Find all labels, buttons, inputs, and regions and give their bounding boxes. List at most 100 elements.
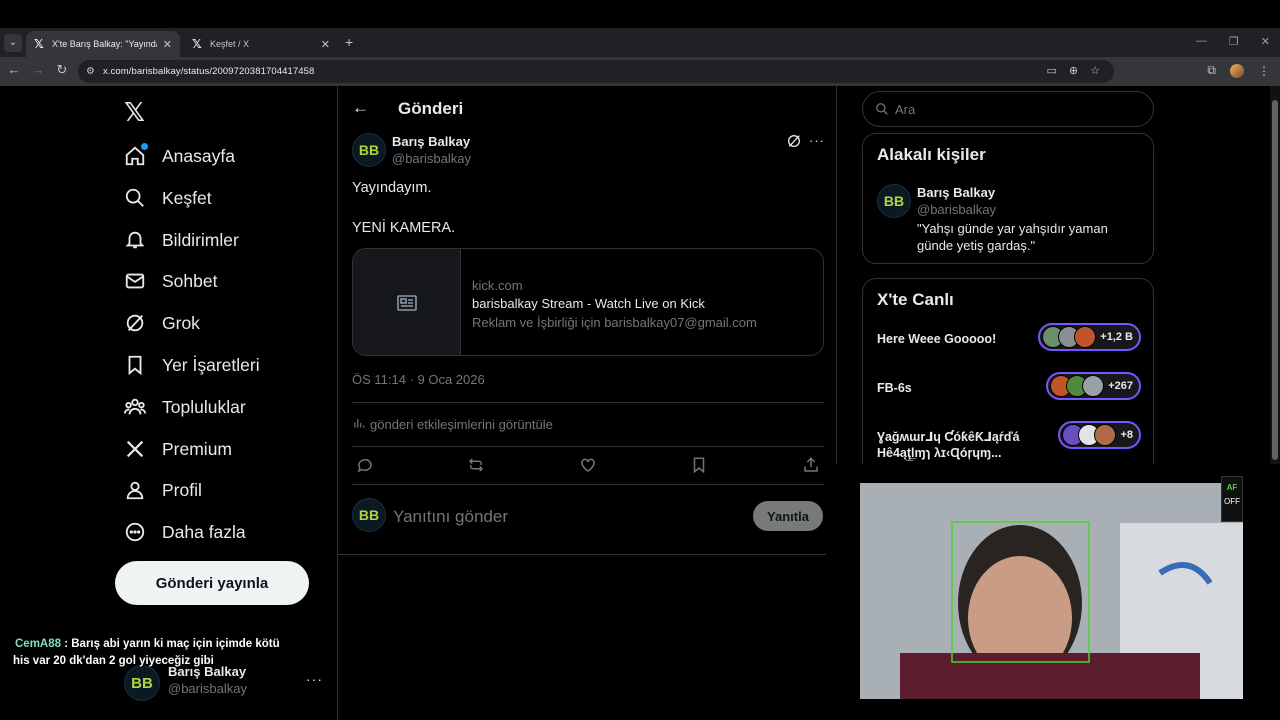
live-item[interactable]: Ɣağʍɯr⅃ɥ ƇóƙêƘ⅃ąŕďá Hê4ąţ̲l̲ɱɿ λɪ‹Ɋóŗɥɱ.… <box>877 421 1141 460</box>
tab-title: Keşfet / X <box>210 39 250 49</box>
bookmark-icon <box>124 354 146 376</box>
bell-icon <box>124 229 146 251</box>
tab-explore[interactable]: 𝕏 Keşfet / X ✕ <box>184 31 338 57</box>
panel-title: Alakalı kişiler <box>877 145 986 164</box>
live-on-x-panel: X'te Canlı Here Weee Gooooo! +1,2 B FB-6… <box>862 278 1154 478</box>
live-item[interactable]: FB-6s +267 <box>877 372 1141 410</box>
tweet-timestamp[interactable]: ÖS 11:14 · 9 Oca 2026 <box>352 372 485 387</box>
avatar[interactable]: BB <box>352 133 386 167</box>
repost-icon[interactable] <box>467 456 487 476</box>
restore-icon[interactable]: ❐ <box>1229 35 1239 48</box>
tweet-text-line: YENİ KAMERA. <box>352 220 456 236</box>
nav-premium[interactable]: Premium <box>124 431 232 467</box>
nav-grok[interactable]: Grok <box>124 305 200 341</box>
live-item[interactable]: Here Weee Gooooo! +1,2 B <box>877 323 1141 361</box>
browser-toolbar: ← → ↻ ⚙ x.com/barisbalkay/status/2009720… <box>0 57 1280 86</box>
tweet-actions <box>352 456 824 476</box>
divider <box>352 446 824 447</box>
link-card[interactable]: kick.com barisbalkay Stream - Watch Live… <box>352 248 824 356</box>
search-icon <box>124 187 146 209</box>
grok-icon[interactable] <box>786 133 802 149</box>
tweet-text-line: Yayındayım. <box>352 180 432 196</box>
grok-icon <box>124 312 146 334</box>
install-app-icon[interactable]: ▭ <box>1047 64 1057 77</box>
divider <box>352 402 824 403</box>
account-handle: @barisbalkay <box>168 681 247 696</box>
webcam-feed <box>860 483 1243 699</box>
nav-communities[interactable]: Topluluklar <box>124 389 246 425</box>
communities-icon <box>124 396 146 418</box>
close-window-icon[interactable]: ✕ <box>1261 35 1270 48</box>
autofocus-state: OFF <box>1224 497 1240 506</box>
share-icon[interactable] <box>802 456 822 476</box>
browser-menu-icon[interactable]: ⋮ <box>1258 64 1270 78</box>
post-button[interactable]: Gönderi yayınla <box>115 561 309 605</box>
reply-input[interactable]: Yanıtını gönder <box>393 507 508 527</box>
tab-tweet[interactable]: 𝕏 X'te Barış Balkay: "Yayındayım. Y ✕ <box>26 31 180 57</box>
search-placeholder: Ara <box>895 101 916 117</box>
site-info-icon[interactable]: ⚙ <box>86 66 95 77</box>
bookmark-star-icon[interactable]: ☆ <box>1090 64 1100 77</box>
live-listeners-pill[interactable]: +8 <box>1058 421 1141 449</box>
x-favicon-icon: 𝕏 <box>192 37 202 51</box>
tweet-author-name[interactable]: Barış Balkay <box>392 134 470 149</box>
search-icon <box>876 103 888 115</box>
like-icon[interactable] <box>579 456 599 476</box>
live-listeners-pill[interactable]: +267 <box>1046 372 1141 400</box>
more-horizontal-icon[interactable]: ··· <box>306 671 323 687</box>
reload-icon[interactable]: ↻ <box>53 62 71 78</box>
nav-more[interactable]: Daha fazla <box>124 514 246 550</box>
nav-explore[interactable]: Keşfet <box>124 180 212 216</box>
home-icon <box>124 143 148 167</box>
related-bio: "Yahşı günde yar yahşıdır yaman günde ye… <box>917 221 1108 253</box>
live-listeners-pill[interactable]: +1,2 B <box>1038 323 1141 351</box>
zoom-icon[interactable]: ⊕ <box>1069 64 1078 77</box>
close-tab-icon[interactable]: ✕ <box>321 38 330 51</box>
analytics-icon <box>352 416 366 433</box>
left-navigation: 𝕏 Anasayfa Keşfet Bildirimler Sohbet Gro… <box>0 86 337 720</box>
related-people-panel: Alakalı kişiler BB Barış Balkay @barisba… <box>862 133 1154 264</box>
article-icon <box>353 249 461 355</box>
webcam-person-image <box>860 483 1243 699</box>
reply-button[interactable]: Yanıtla <box>753 501 823 531</box>
more-horizontal-icon[interactable]: ··· <box>809 133 825 148</box>
extensions-icon[interactable]: ⧉ <box>1207 63 1216 78</box>
related-name[interactable]: Barış Balkay <box>917 185 995 200</box>
close-tab-icon[interactable]: ✕ <box>163 38 172 51</box>
person-icon <box>124 479 146 501</box>
search-input[interactable]: Ara <box>862 91 1154 127</box>
avatar: BB <box>352 498 386 532</box>
mail-icon <box>124 270 146 292</box>
back-arrow-icon[interactable]: ← <box>352 98 369 118</box>
page-title: Gönderi <box>398 99 464 118</box>
nav-profile[interactable]: Profil <box>124 472 202 508</box>
autofocus-toggle[interactable]: AF OFF <box>1221 476 1243 522</box>
panel-title: X'te Canlı <box>877 290 954 309</box>
reply-icon[interactable] <box>356 456 376 476</box>
main-column: ← Gönderi BB Barış Balkay @barisbalkay ·… <box>337 86 837 720</box>
x-logo-icon[interactable]: 𝕏 <box>124 98 145 128</box>
back-icon[interactable]: ← <box>5 62 23 77</box>
view-analytics-link[interactable]: gönderi etkileşimlerini görüntüle <box>352 416 553 433</box>
x-favicon-icon: 𝕏 <box>34 37 44 51</box>
tab-search-button[interactable]: ⌄ <box>4 34 22 52</box>
tweet-author-handle[interactable]: @barisbalkay <box>392 151 471 166</box>
forward-icon[interactable]: → <box>29 62 47 77</box>
bookmark-icon[interactable] <box>690 456 710 476</box>
address-bar[interactable]: ⚙ x.com/barisbalkay/status/2009720381704… <box>78 60 1114 83</box>
autofocus-label: AF <box>1226 483 1238 492</box>
related-handle: @barisbalkay <box>917 202 996 217</box>
nav-messages[interactable]: Sohbet <box>124 263 217 299</box>
card-description: Reklam ve İşbirliği için barisbalkay07@g… <box>472 315 757 330</box>
url-text: x.com/barisbalkay/status/200972038170441… <box>102 66 315 77</box>
chat-username: CemA88 <box>15 638 62 650</box>
profile-avatar-icon[interactable] <box>1230 63 1244 78</box>
nav-notifications[interactable]: Bildirimler <box>124 222 239 258</box>
new-tab-button[interactable]: + <box>345 34 353 50</box>
avatar[interactable]: BB <box>877 184 911 218</box>
nav-home[interactable]: Anasayfa <box>124 138 235 174</box>
card-domain: kick.com <box>472 278 523 293</box>
scrollbar-thumb[interactable] <box>1272 100 1278 460</box>
nav-bookmarks[interactable]: Yer İşaretleri <box>124 347 260 383</box>
minimize-icon[interactable]: — <box>1196 35 1207 48</box>
